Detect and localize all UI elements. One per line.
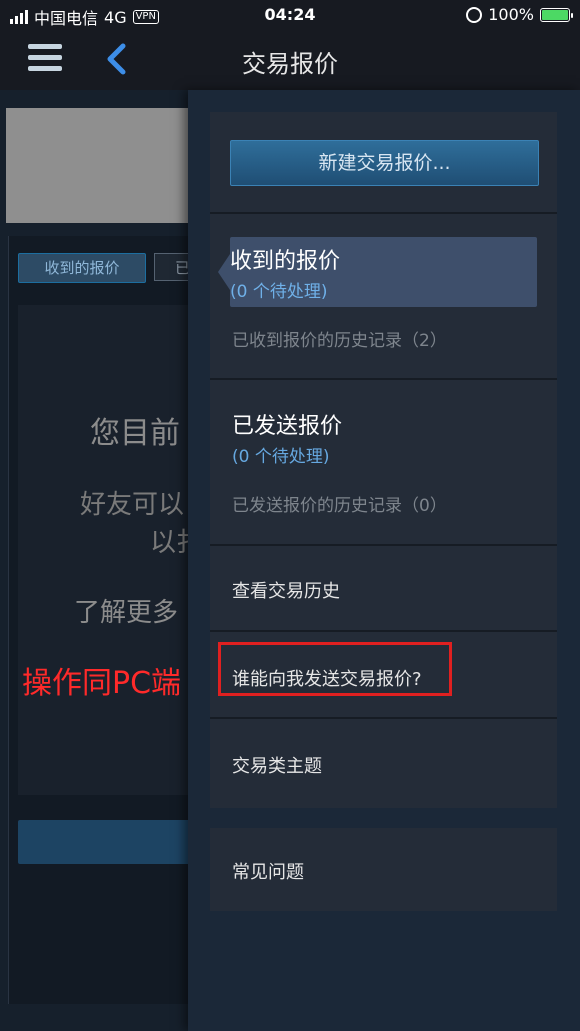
who-can-send-offers-link[interactable]: 谁能向我发送交易报价? xyxy=(232,665,422,691)
orientation-lock-icon xyxy=(466,6,483,23)
trade-topics-link[interactable]: 交易类主题 xyxy=(232,752,322,778)
battery-icon xyxy=(540,7,573,22)
divider xyxy=(210,378,557,380)
annotation-text: 操作同PC端 xyxy=(22,666,182,701)
battery-percent: 100% xyxy=(488,5,534,24)
empty-state-heading: 您目前 xyxy=(90,416,180,451)
tab-received-offers[interactable]: 收到的报价 xyxy=(18,253,146,283)
sent-offers-title[interactable]: 已发送报价 xyxy=(232,408,342,440)
received-pending-count: (0 个待处理) xyxy=(230,282,328,302)
received-offers-title: 收到的报价 xyxy=(230,249,341,274)
new-trade-offer-button[interactable]: 新建交易报价... xyxy=(230,140,539,186)
drawer-menu-card: 新建交易报价... 收到的报价 (0 个待处理) 已收到报价的历史记录（2） 已… xyxy=(210,112,557,808)
status-right: 100% xyxy=(466,5,573,24)
profile-banner-image xyxy=(6,108,190,223)
empty-state-line: 好友可以 xyxy=(80,490,185,520)
view-trade-history-link[interactable]: 查看交易历史 xyxy=(232,577,340,603)
sent-history-link[interactable]: 已发送报价的历史记录（0） xyxy=(232,491,447,516)
status-bar: 中国电信 4G VPN 04:24 100% xyxy=(0,0,580,30)
side-drawer: 新建交易报价... 收到的报价 (0 个待处理) 已收到报价的历史记录（2） 已… xyxy=(188,90,580,1031)
divider xyxy=(210,630,557,632)
learn-more-link[interactable]: 了解更多 xyxy=(74,592,178,629)
received-history-link[interactable]: 已收到报价的历史记录（2） xyxy=(232,326,447,351)
faq-card: 常见问题 xyxy=(210,828,557,911)
divider xyxy=(210,212,557,214)
received-offers-item[interactable]: 收到的报价 (0 个待处理) xyxy=(218,237,537,307)
background-action-button[interactable] xyxy=(18,820,190,864)
divider xyxy=(210,717,557,719)
app-header: 交易报价 xyxy=(0,30,580,91)
faq-link[interactable]: 常见问题 xyxy=(232,858,304,884)
divider xyxy=(210,544,557,546)
page-title: 交易报价 xyxy=(242,50,338,78)
sent-pending-count: (0 个待处理) xyxy=(232,447,330,467)
active-pointer-icon xyxy=(218,254,230,290)
